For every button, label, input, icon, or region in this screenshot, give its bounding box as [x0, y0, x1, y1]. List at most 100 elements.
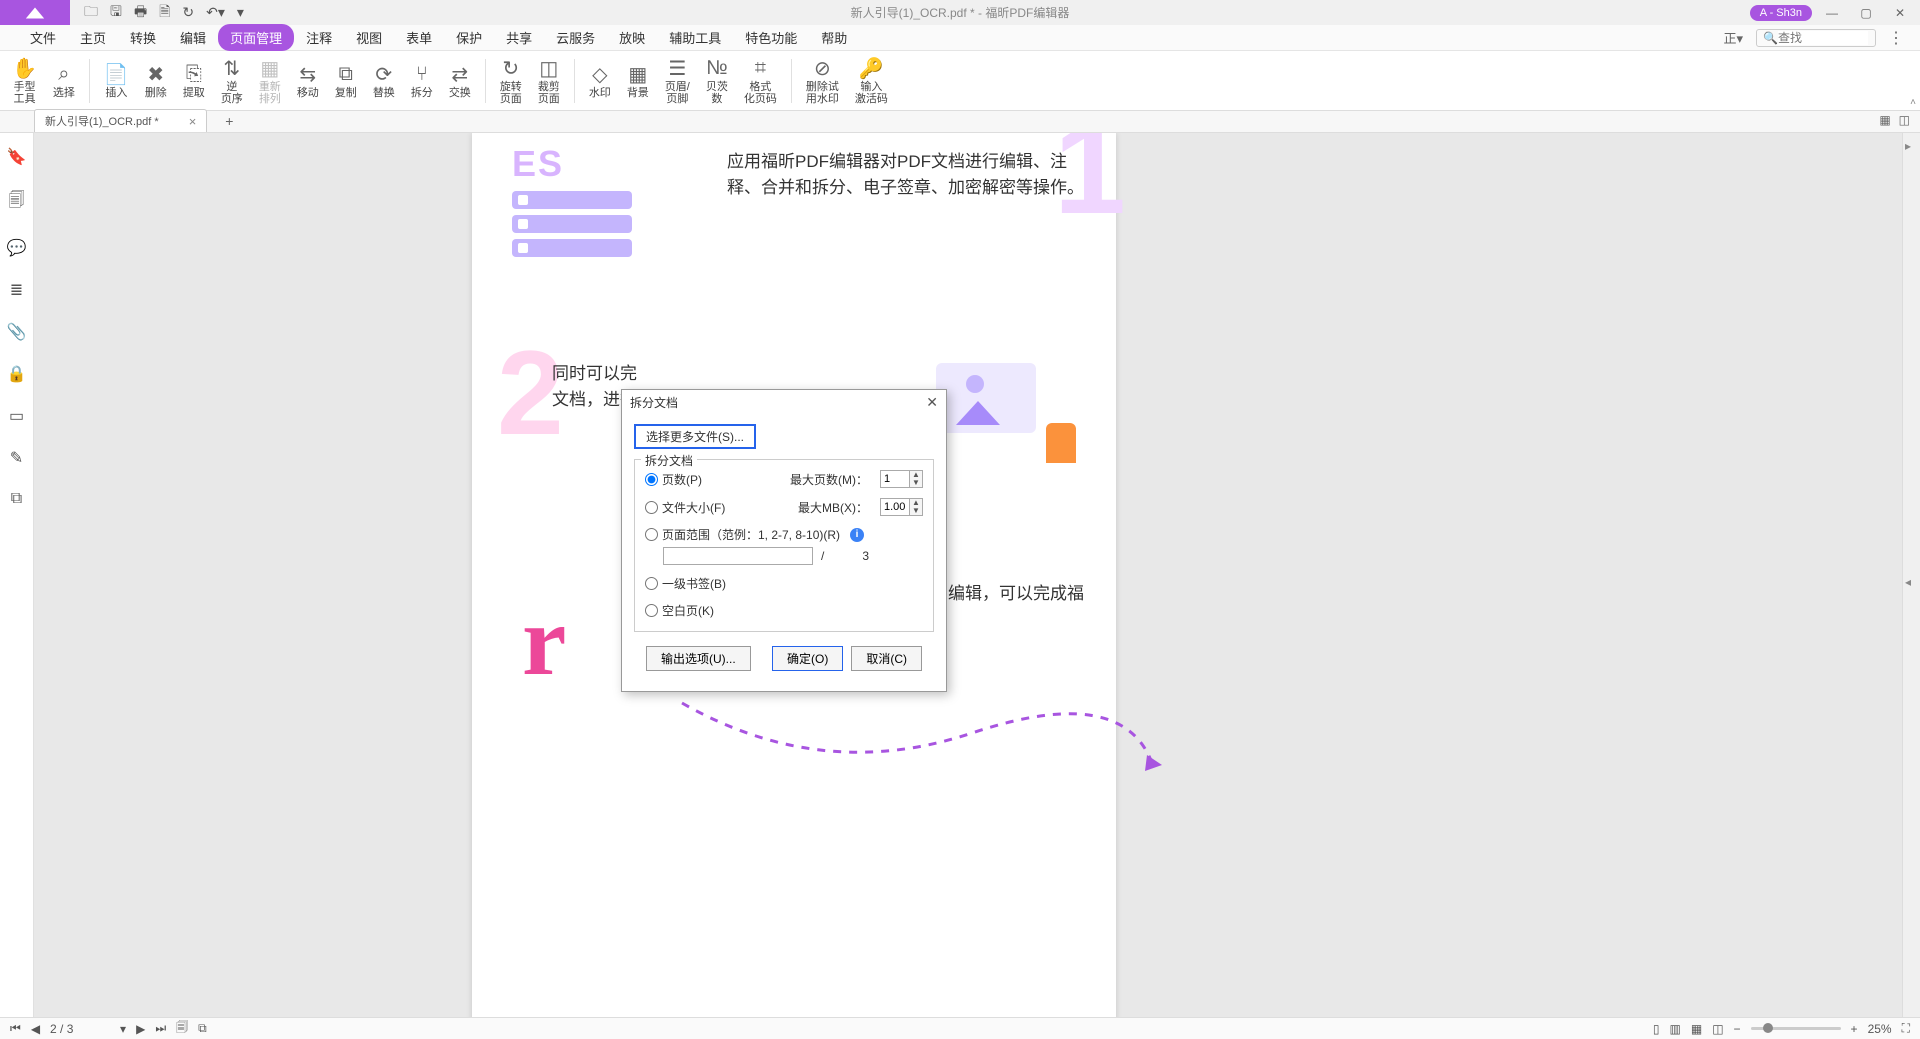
radio-range[interactable]: [645, 528, 658, 541]
search-box[interactable]: 🔍: [1756, 29, 1876, 47]
last-page-icon[interactable]: ⏭: [155, 1021, 166, 1036]
ribbon-选择[interactable]: ⌕选择: [47, 61, 81, 101]
radio-bookmark[interactable]: [645, 577, 658, 590]
ribbon-删除试用水印[interactable]: ⊘删除试 用水印: [800, 55, 845, 107]
document-tab[interactable]: 新人引导(1)_OCR.pdf * ×: [34, 109, 207, 132]
next-page-icon[interactable]: ▶: [136, 1022, 145, 1036]
thumbnails-view-icon[interactable]: ▦: [1879, 113, 1890, 127]
print-icon[interactable]: 🖶: [134, 1, 147, 25]
ribbon-页眉/页脚[interactable]: ☰页眉/ 页脚: [659, 55, 696, 107]
menu-home[interactable]: 主页: [68, 24, 118, 51]
output-options-button[interactable]: 输出选项(U)...: [646, 646, 751, 671]
blank-doc-icon[interactable]: 🗎: [159, 1, 170, 25]
ribbon-替换[interactable]: ⟳替换: [367, 61, 401, 101]
search-input[interactable]: [1778, 31, 1868, 45]
maximize-button[interactable]: ▢: [1852, 3, 1880, 23]
user-badge[interactable]: A - Sh3n: [1750, 5, 1812, 21]
max-mb-spinner[interactable]: ▲▼: [880, 498, 923, 516]
menu-help[interactable]: 帮助: [809, 24, 859, 51]
menu-annotate[interactable]: 注释: [294, 24, 344, 51]
dialog-titlebar[interactable]: 拆分文档 ✕: [622, 390, 946, 414]
menu-protect[interactable]: 保护: [444, 24, 494, 51]
view-facing-icon[interactable]: ▦: [1691, 1022, 1702, 1036]
menu-edit[interactable]: 编辑: [168, 24, 218, 51]
ribbon-旋转页面[interactable]: ↻旋转 页面: [494, 55, 528, 107]
ribbon-重新排列[interactable]: ▦重新 排列: [253, 55, 287, 107]
open-icon[interactable]: 🗀: [84, 1, 98, 25]
zoom-in-icon[interactable]: +: [1851, 1022, 1858, 1036]
undo-dropdown-icon[interactable]: ↶▾: [206, 4, 225, 21]
first-page-icon[interactable]: ⏮: [10, 1021, 21, 1036]
menu-form[interactable]: 表单: [394, 24, 444, 51]
page-number-input[interactable]: [50, 1022, 110, 1036]
ribbon-collapse-icon[interactable]: ˄: [1910, 97, 1916, 108]
menu-convert[interactable]: 转换: [118, 24, 168, 51]
detail-view-icon[interactable]: ◫: [1899, 113, 1910, 127]
ribbon-裁剪页面[interactable]: ◫裁剪 页面: [532, 55, 566, 107]
security-icon[interactable]: 🔒: [7, 364, 27, 384]
signature-icon[interactable]: ✎: [10, 448, 23, 468]
ribbon-复制[interactable]: ⧉复制: [329, 61, 363, 101]
bookmark-icon[interactable]: 🔖: [7, 147, 27, 167]
option-filesize[interactable]: 文件大小(F): [645, 499, 725, 516]
option-pages[interactable]: 页数(P): [645, 471, 702, 488]
history-forward-icon[interactable]: ⧉: [198, 1021, 207, 1036]
comments-icon[interactable]: 💬: [7, 238, 27, 258]
ok-button[interactable]: 确定(O): [772, 646, 843, 671]
menu-accessibility[interactable]: 辅助工具: [657, 24, 733, 51]
menu-cloud[interactable]: 云服务: [544, 24, 607, 51]
spin-down-icon[interactable]: ▼: [910, 507, 922, 515]
info-icon[interactable]: i: [850, 528, 864, 542]
ribbon-背景[interactable]: ▦背景: [621, 61, 655, 101]
fullscreen-icon[interactable]: ⛶: [1902, 1021, 1910, 1036]
redo-icon[interactable]: ↻: [182, 4, 194, 21]
qat-more-icon[interactable]: ▾: [237, 4, 244, 21]
radio-blank[interactable]: [645, 604, 658, 617]
menu-slideshow[interactable]: 放映: [607, 24, 657, 51]
ribbon-插入[interactable]: 📄插入: [98, 61, 135, 101]
menu-page-manage[interactable]: 页面管理: [218, 24, 294, 51]
rail-collapse-icon[interactable]: ▸: [1905, 139, 1911, 153]
ribbon-手型工具[interactable]: ✋手型 工具: [6, 55, 43, 107]
history-back-icon[interactable]: 🗐: [176, 1018, 188, 1039]
minimize-button[interactable]: —: [1818, 3, 1846, 23]
max-pages-input[interactable]: [881, 472, 909, 486]
page-range-input[interactable]: [663, 547, 813, 565]
menu-file[interactable]: 文件: [18, 24, 68, 51]
fields-icon[interactable]: ▭: [9, 406, 24, 426]
ribbon-贝茨数[interactable]: №贝茨 数: [700, 55, 734, 107]
ribbon-删除[interactable]: ✖删除: [139, 61, 173, 101]
ribbon-水印[interactable]: ◇水印: [583, 61, 617, 101]
max-pages-spinner[interactable]: ▲▼: [880, 470, 923, 488]
attachments-icon[interactable]: 📎: [7, 322, 27, 342]
cancel-button[interactable]: 取消(C): [851, 646, 922, 671]
ribbon-输入激活码[interactable]: 🔑输入 激活码: [849, 55, 894, 107]
option-bookmark[interactable]: 一级书签(B): [645, 575, 726, 592]
option-range[interactable]: 页面范围（范例：1, 2-7, 8-10)(R): [645, 526, 840, 543]
ribbon-提取[interactable]: ⎘提取: [177, 61, 211, 101]
select-more-files-button[interactable]: 选择更多文件(S)...: [634, 424, 756, 449]
page-dropdown-icon[interactable]: ▾: [120, 1022, 126, 1036]
option-blank[interactable]: 空白页(K): [645, 602, 714, 619]
view-single-icon[interactable]: ▯: [1653, 1022, 1660, 1036]
new-tab-button[interactable]: +: [225, 113, 233, 132]
spin-down-icon[interactable]: ▼: [910, 479, 922, 487]
view-cover-icon[interactable]: ◫: [1712, 1022, 1723, 1036]
ribbon-格式化页码[interactable]: ⌗格式 化页码: [738, 55, 783, 107]
menu-feature[interactable]: 特色功能: [733, 24, 809, 51]
radio-pages[interactable]: [645, 473, 658, 486]
view-continuous-icon[interactable]: ▥: [1670, 1022, 1681, 1036]
ribbon-逆页序[interactable]: ⇅逆 页序: [215, 55, 249, 107]
document-canvas[interactable]: ES 1 应用福昕PDF编辑器对PDF文档进行编辑、注释、合并和拆分、电子签章、…: [34, 133, 1902, 1017]
zoom-level[interactable]: 25%: [1868, 1022, 1892, 1036]
tab-close-icon[interactable]: ×: [189, 114, 197, 129]
layers-icon[interactable]: ≣: [10, 280, 23, 300]
ribbon-移动[interactable]: ⇆移动: [291, 61, 325, 101]
prev-page-icon[interactable]: ◀: [31, 1022, 40, 1036]
compare-icon[interactable]: ⧉: [11, 490, 22, 508]
menu-overflow-icon[interactable]: ⋮: [1882, 28, 1910, 48]
max-mb-input[interactable]: [881, 500, 909, 514]
ribbon-拆分[interactable]: ⑂拆分: [405, 61, 439, 101]
menu-view[interactable]: 视图: [344, 24, 394, 51]
zoom-out-icon[interactable]: −: [1734, 1022, 1741, 1036]
